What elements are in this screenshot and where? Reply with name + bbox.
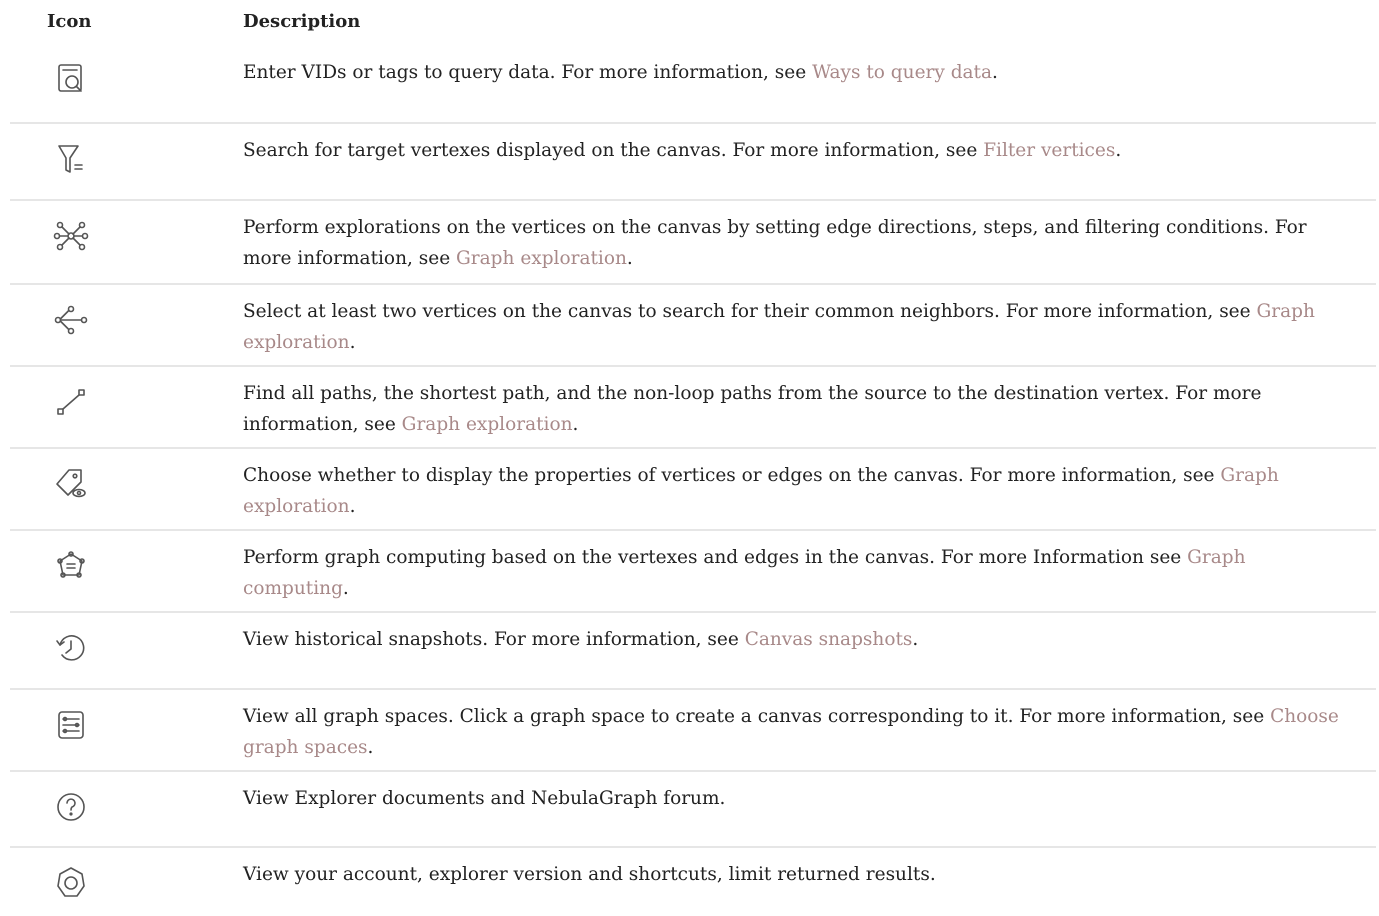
doc-link[interactable]: Graph exploration [402,414,573,435]
table-row: Perform explorations on the vertices on … [10,199,1376,283]
row-description: Perform graph computing based on the ver… [243,547,1246,599]
property-view-icon[interactable] [50,463,92,505]
row-description: View Explorer documents and NebulaGraph … [243,788,726,809]
row-description: Enter VIDs or tags to query data. For mo… [243,62,998,83]
filter-icon[interactable] [50,138,92,180]
doc-link[interactable]: Filter vertices [983,140,1115,161]
column-header-icon: Icon [47,11,92,32]
query-search-icon[interactable] [50,58,92,100]
doc-link[interactable]: Canvas snapshots [745,629,913,650]
row-description: Select at least two vertices on the canv… [243,301,1315,353]
row-description: Find all paths, the shortest path, and t… [243,383,1262,435]
table-row: Select at least two vertices on the canv… [10,283,1376,365]
doc-link[interactable]: Graph exploration [456,248,627,269]
graph-computing-icon[interactable] [50,545,92,587]
table-row: View your account, explorer version and … [10,846,1376,916]
row-description: Perform explorations on the vertices on … [243,217,1307,269]
help-icon[interactable] [50,786,92,828]
table-row: View all graph spaces. Click a graph spa… [10,688,1376,770]
common-neighbors-icon[interactable] [50,299,92,341]
graph-spaces-icon[interactable] [50,704,92,746]
row-description: View your account, explorer version and … [243,864,936,885]
graph-exploration-icon[interactable] [50,215,92,257]
row-description: View all graph spaces. Click a graph spa… [243,706,1339,758]
settings-icon[interactable] [50,862,92,904]
table-row: Enter VIDs or tags to query data. For mo… [10,46,1376,122]
row-description: View historical snapshots. For more info… [243,629,919,650]
doc-link[interactable]: Ways to query data [812,62,992,83]
find-path-icon[interactable] [50,381,92,423]
table-row: Perform graph computing based on the ver… [10,529,1376,611]
row-description: Choose whether to display the properties… [243,465,1279,517]
table-row: View Explorer documents and NebulaGraph … [10,770,1376,846]
table-row: View historical snapshots. For more info… [10,611,1376,688]
table-header: Icon Description [10,0,1376,46]
icon-description-table: Icon Description Enter VIDs or tags to q… [10,0,1376,916]
table-row: Choose whether to display the properties… [10,447,1376,529]
table-row: Find all paths, the shortest path, and t… [10,365,1376,447]
table-row: Search for target vertexes displayed on … [10,122,1376,199]
column-header-description: Description [243,11,361,32]
row-description: Search for target vertexes displayed on … [243,140,1122,161]
history-icon[interactable] [50,627,92,669]
